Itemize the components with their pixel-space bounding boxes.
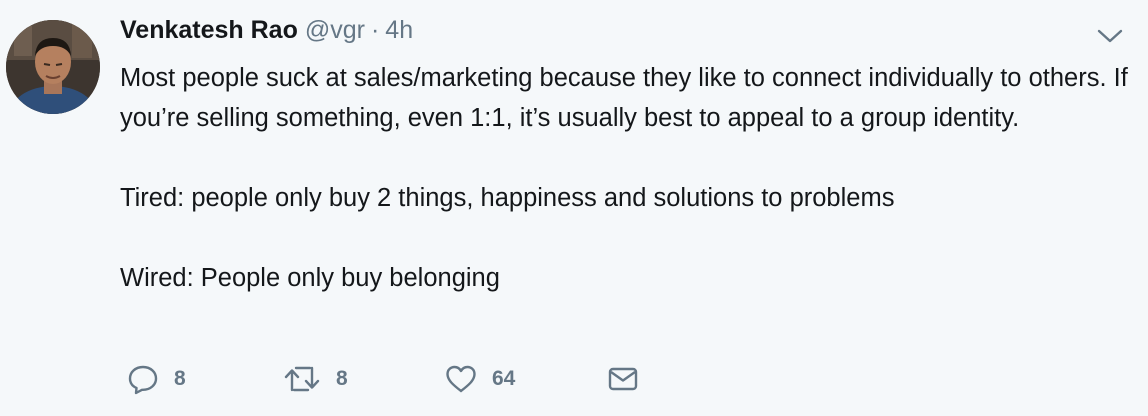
author-handle[interactable]: @vgr xyxy=(305,16,365,45)
author-name[interactable]: Venkatesh Rao xyxy=(120,16,298,45)
header-separator: · xyxy=(370,16,380,44)
heart-icon xyxy=(446,365,476,393)
tweet-paragraph: Most people suck at sales/marketing beca… xyxy=(120,64,1128,132)
tweet-content: Venkatesh Rao @vgr · 4h Most people suck… xyxy=(120,16,1134,298)
tweet-paragraph: Wired: People only buy belonging xyxy=(120,264,500,292)
like-button[interactable]: 64 xyxy=(444,361,515,397)
tweet-actions: 8 8 64 xyxy=(126,361,686,397)
avatar[interactable] xyxy=(6,20,100,114)
tweet-paragraph: Tired: people only buy 2 things, happine… xyxy=(120,184,895,212)
tweet[interactable]: Venkatesh Rao @vgr · 4h Most people suck… xyxy=(0,0,1148,416)
reply-icon xyxy=(128,365,158,395)
like-count: 64 xyxy=(492,367,516,390)
retweet-count: 8 xyxy=(336,367,348,390)
tweet-text: Most people suck at sales/marketing beca… xyxy=(120,58,1134,298)
tweet-header: Venkatesh Rao @vgr · 4h xyxy=(120,16,1134,54)
direct-message-button[interactable] xyxy=(606,361,640,397)
reply-button[interactable]: 8 xyxy=(126,361,186,397)
tweet-timestamp[interactable]: 4h xyxy=(385,16,413,45)
chevron-down-icon[interactable] xyxy=(1096,26,1124,46)
envelope-icon xyxy=(608,367,638,391)
retweet-icon xyxy=(284,366,320,392)
reply-count: 8 xyxy=(174,367,186,390)
retweet-button[interactable]: 8 xyxy=(282,361,348,397)
